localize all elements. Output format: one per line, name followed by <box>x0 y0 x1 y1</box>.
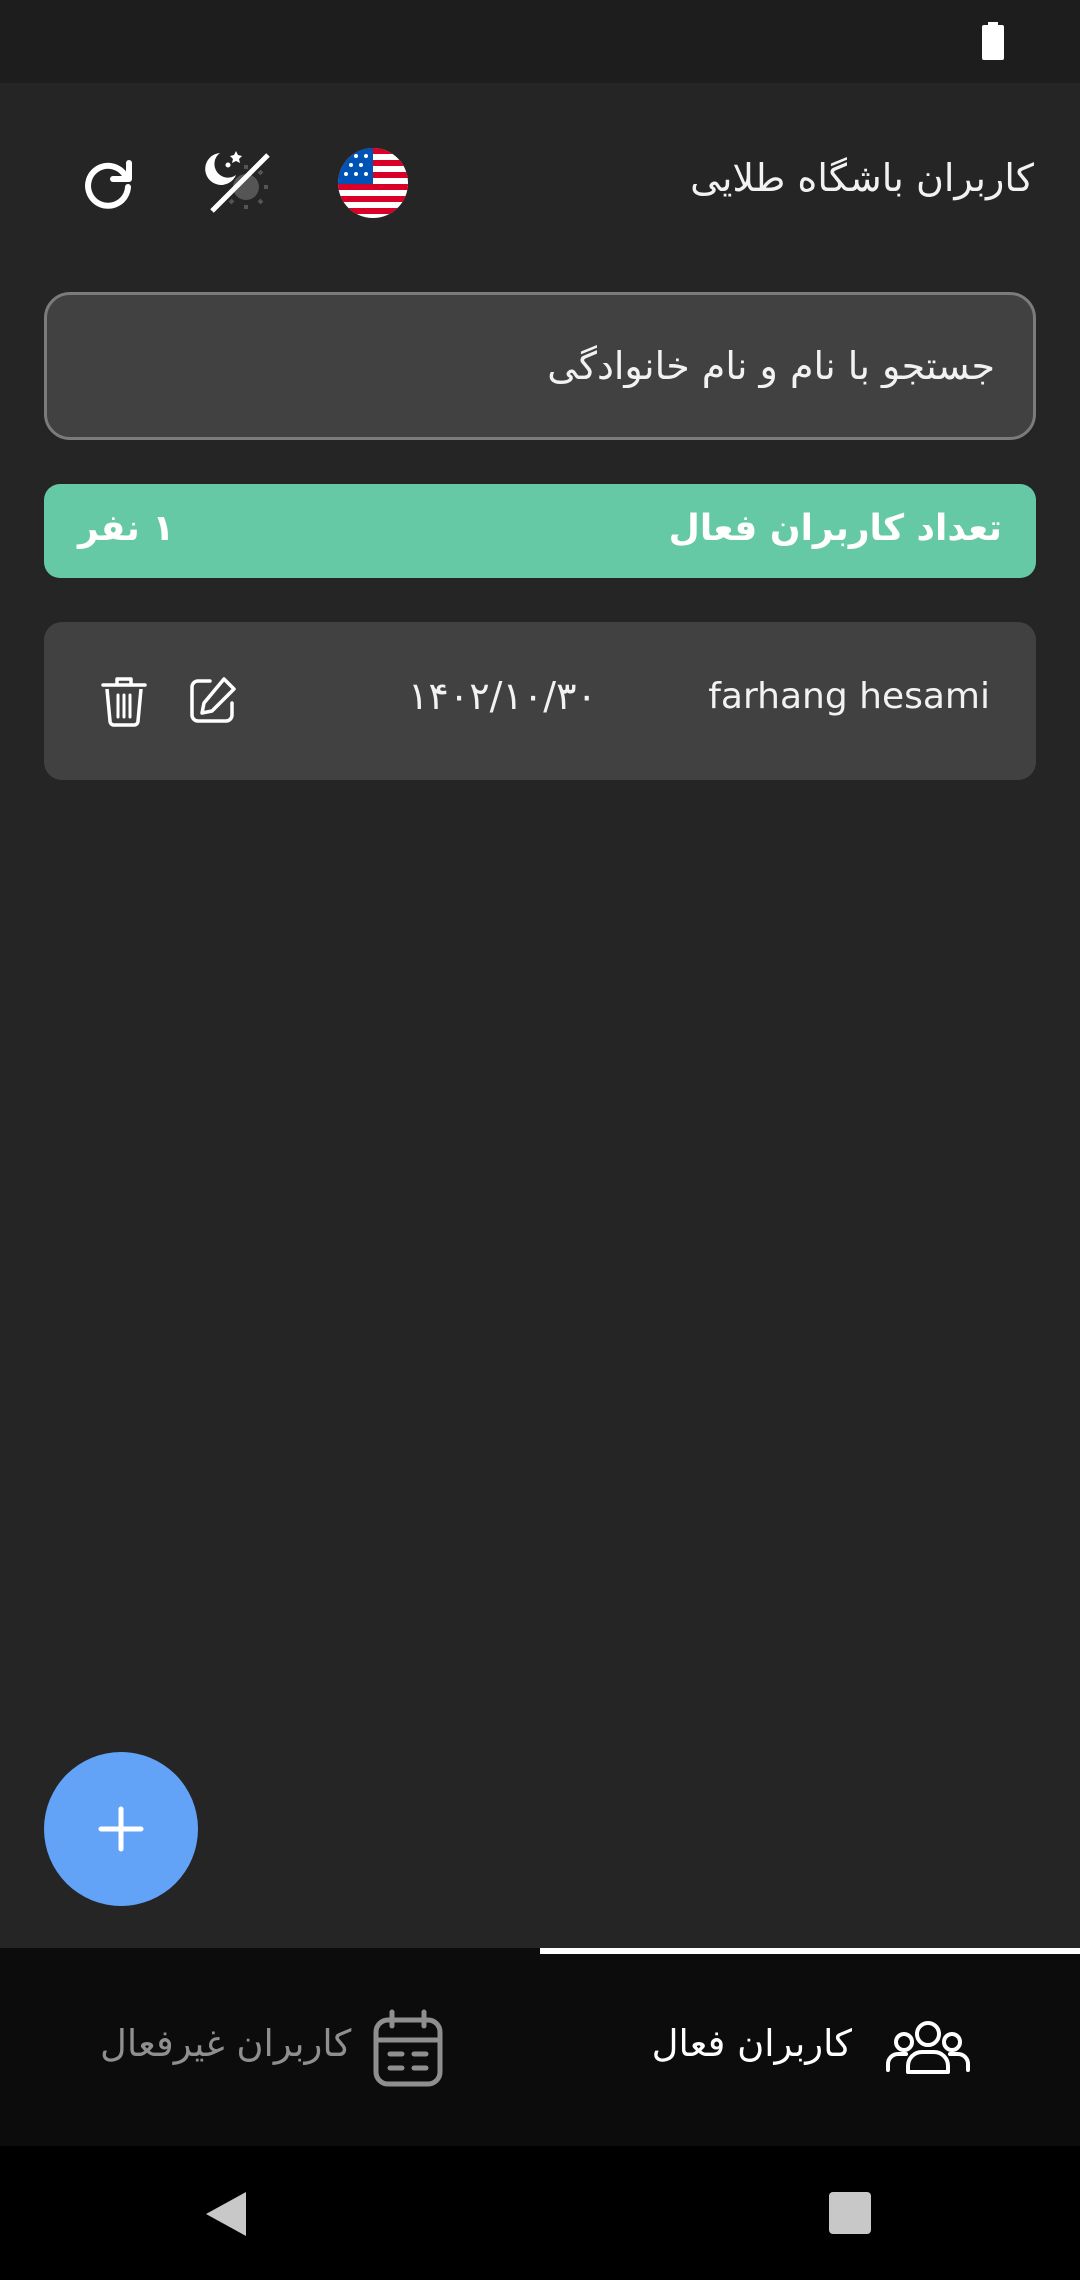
status-bar <box>0 0 1080 83</box>
tab-active-users[interactable]: کاربران فعال <box>540 1948 1080 2146</box>
add-user-button[interactable] <box>44 1752 198 1906</box>
user-date: ۱۴۰۲/۱۰/۳۰ <box>408 674 597 718</box>
page-title: کاربران باشگاه طلایی <box>690 156 1034 200</box>
user-name: farhang hesami <box>708 676 990 717</box>
edit-button[interactable] <box>178 667 246 735</box>
bottom-navigation: کاربران فعال کاربران غیرفعال <box>0 1948 1080 2146</box>
search-field[interactable] <box>44 292 1036 440</box>
trash-icon <box>101 677 147 727</box>
list-item[interactable]: farhang hesami ۱۴۰۲/۱۰/۳۰ <box>44 622 1036 780</box>
count-value: ۱ نفر <box>78 508 175 549</box>
theme-toggle-icon <box>205 151 270 213</box>
language-button[interactable] <box>333 143 413 223</box>
tab-label: کاربران غیرفعال <box>100 2022 352 2065</box>
calendar-icon <box>373 2009 443 2087</box>
count-label: تعداد کاربران فعال <box>668 508 1002 549</box>
users-group-icon <box>886 2021 970 2074</box>
system-navigation-bar <box>0 2146 1080 2280</box>
edit-icon <box>190 677 236 723</box>
theme-toggle-button[interactable] <box>200 143 280 223</box>
delete-button[interactable] <box>90 667 158 735</box>
refresh-icon <box>85 160 132 209</box>
refresh-button[interactable] <box>68 143 148 223</box>
search-input[interactable] <box>47 295 1033 437</box>
us-flag-icon <box>338 148 408 218</box>
app-header: کاربران باشگاه طلایی <box>0 83 1080 283</box>
tab-label: کاربران فعال <box>651 2022 852 2065</box>
active-users-count-banner: تعداد کاربران فعال ۱ نفر <box>44 484 1036 578</box>
battery-icon <box>982 22 1004 60</box>
recents-icon[interactable] <box>829 2192 871 2234</box>
plus-icon <box>98 1806 144 1852</box>
back-icon[interactable] <box>204 2190 248 2238</box>
tab-inactive-users[interactable]: کاربران غیرفعال <box>0 1948 540 2146</box>
